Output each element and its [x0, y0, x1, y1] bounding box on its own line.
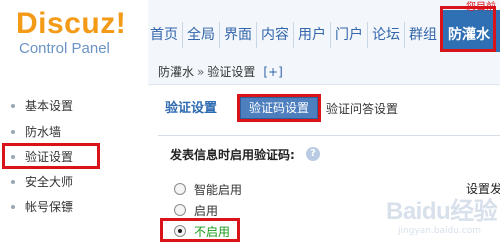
highlight-box-radio: [160, 218, 240, 242]
watermark: Baidu经验 jingyan.baidu.com: [386, 198, 498, 238]
sidebar-item-label: 帐号保镖: [25, 200, 74, 214]
sidebar-item-basic-settings[interactable]: 基本设置: [0, 95, 148, 117]
radio-label: 启用: [194, 204, 219, 218]
sidebar-item-label: 防水墙: [25, 125, 62, 139]
nav-users[interactable]: 用户: [293, 22, 330, 48]
watermark-text: Baidu经验: [386, 198, 498, 225]
radio-button[interactable]: [174, 204, 186, 216]
breadcrumb-current: 验证设置: [207, 65, 256, 79]
highlight-box-tab: [237, 94, 321, 122]
sidebar-item-security-master[interactable]: 安全大师: [0, 171, 148, 193]
captcha-setting-label: 发表信息时启用验证码:: [170, 148, 295, 162]
bullet-icon: [11, 130, 15, 134]
watermark-url: jingyan.baidu.com: [398, 226, 482, 236]
logo-title: Discuz!: [16, 7, 127, 40]
bullet-icon: [11, 180, 15, 184]
help-icon[interactable]: ?: [306, 147, 320, 161]
user-greeting: 您目前: [466, 2, 496, 13]
top-nav: 首页 全局 界面 内容 用户 门户 论坛 群组: [148, 22, 441, 48]
nav-content[interactable]: 内容: [256, 22, 293, 48]
sidebar-item-label: 安全大师: [25, 175, 74, 189]
radio-label: 智能启用: [194, 183, 243, 197]
nav-portal[interactable]: 门户: [330, 22, 367, 48]
sidebar-item-account-guard[interactable]: 帐号保镖: [0, 196, 148, 218]
bullet-icon: [11, 205, 15, 209]
nav-home[interactable]: 首页: [148, 22, 182, 48]
logo-subtitle: Control Panel: [19, 40, 110, 57]
divider: [158, 135, 500, 136]
breadcrumb: 防灌水» 验证设置 [+]: [158, 64, 283, 80]
bullet-icon: [11, 104, 15, 108]
logo: Discuz! Control Panel: [0, 0, 148, 62]
nav-global[interactable]: 全局: [182, 22, 219, 48]
radio-button[interactable]: [174, 183, 186, 195]
setting-description: 设置发: [466, 182, 500, 196]
sidebar-item-firewall[interactable]: 防水墙: [0, 121, 148, 143]
tab-qa-settings[interactable]: 验证问答设置: [326, 101, 398, 117]
nav-groups[interactable]: 群组: [404, 22, 441, 48]
sidebar-item-label: 基本设置: [25, 99, 74, 113]
breadcrumb-parent[interactable]: 防灌水: [158, 65, 194, 79]
add-shortcut-link[interactable]: [+]: [263, 65, 282, 79]
highlight-box-sidebar: [2, 143, 100, 169]
nav-forum[interactable]: 论坛: [367, 22, 404, 48]
section-title: 验证设置: [165, 101, 218, 116]
nav-interface[interactable]: 界面: [219, 22, 256, 48]
breadcrumb-separator: »: [197, 65, 205, 79]
